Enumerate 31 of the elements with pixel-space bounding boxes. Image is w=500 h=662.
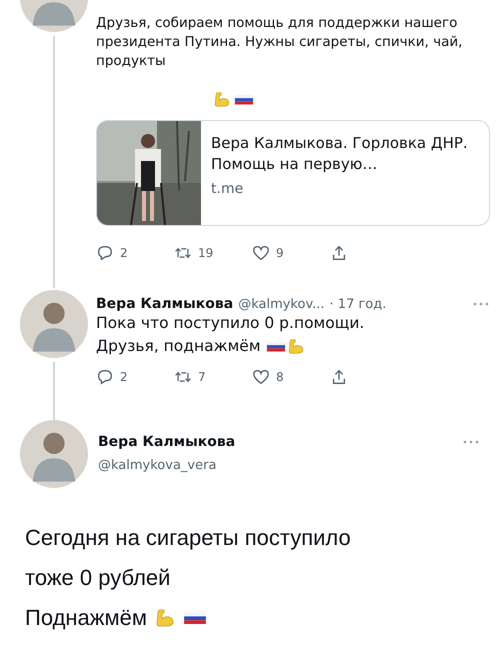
tweet-text: Сегодня на сигареты поступило — [25, 524, 351, 552]
reply-icon[interactable] — [96, 368, 114, 386]
share-icon[interactable] — [330, 368, 348, 386]
reply-count: 2 — [120, 246, 128, 260]
tweet-text: Друзья, поднажмём — [96, 336, 261, 357]
author-handle[interactable]: @kalmykova_vera — [98, 458, 480, 473]
tweet-text: Друзья, собираем помощь для поддержки нашего президента Путина. Нужны сигареты, спички, чай, продукты — [96, 14, 464, 71]
author-name[interactable]: Вера Калмыкова — [96, 296, 234, 312]
link-domain: t.me — [211, 181, 244, 197]
like-count: 8 — [276, 370, 284, 384]
author-name[interactable]: Вера Калмыкова — [98, 434, 236, 450]
tweet-text: Пока что поступило 0 р.помощи. — [96, 313, 364, 334]
tweet-text: тоже 0 рублей — [25, 564, 170, 592]
link-card[interactable]: Вера Калмыкова. Горловка ДНР. Помощь на первую… t.me — [96, 120, 490, 226]
heart-icon[interactable] — [252, 368, 270, 386]
retweet-count: 19 — [198, 246, 214, 260]
reply-icon[interactable] — [96, 244, 114, 262]
flexed-biceps-icon — [212, 91, 232, 108]
share-icon[interactable] — [330, 244, 348, 262]
link-title: Вера Калмыкова. Горловка ДНР. Помощь на первую… — [211, 133, 469, 175]
more-icon[interactable] — [462, 439, 480, 445]
avatar[interactable] — [20, 420, 88, 488]
tweet-time: · 17 год. — [330, 297, 386, 312]
avatar[interactable] — [20, 290, 88, 358]
reply-count: 2 — [120, 370, 128, 384]
retweet-count: 7 — [198, 370, 206, 384]
author-handle[interactable]: @kalmykov... — [238, 297, 325, 312]
heart-icon[interactable] — [252, 244, 270, 262]
like-count: 9 — [276, 246, 284, 260]
tweet-text: Поднажмём — [25, 604, 147, 632]
more-icon[interactable] — [472, 301, 490, 307]
